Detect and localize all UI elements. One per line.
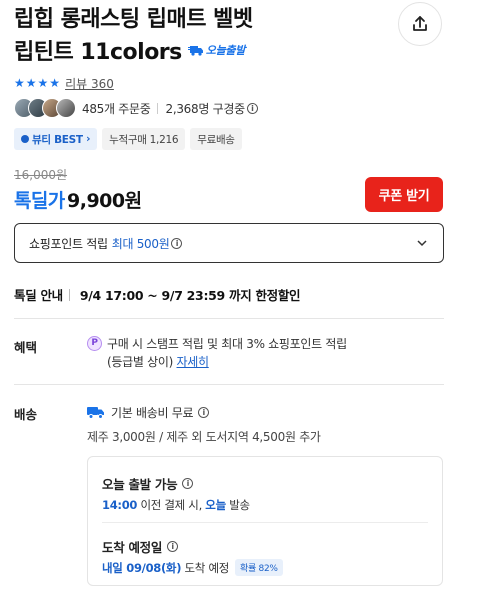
divider	[14, 318, 444, 319]
divider	[14, 384, 444, 385]
benefit-detail-link[interactable]: 자세히	[177, 355, 210, 369]
title-line-2-text: 립틴트 11colors	[14, 40, 182, 65]
title-line-1: 립힙 롱래스팅 립매트 벨벳	[14, 7, 253, 32]
info-icon[interactable]: i	[198, 407, 210, 418]
eta-detail: 내일 09/08(화) 도착 예정 확률 82%	[102, 559, 283, 576]
order-stats-row: 485개 주문중 2,368명 구경중 i	[14, 97, 258, 119]
coupon-button[interactable]: 쿠폰 받기	[365, 177, 443, 212]
deal-info-row: 톡딜 안내 9/4 17:00 ~ 9/7 23:59 까지 한정할인	[14, 285, 301, 304]
subscriber-count: 2,368명 구경중	[165, 101, 245, 116]
dispatch-text: 발송	[229, 498, 250, 512]
info-icon[interactable]: i	[182, 478, 194, 489]
divider	[102, 522, 428, 523]
info-icon[interactable]: i	[246, 102, 258, 114]
delivery-box: 오늘 출발 가능 i 14:00 이전 결제 시, 오늘 발송 도착 예정일 i…	[87, 456, 443, 586]
original-price: 16,000원	[14, 168, 68, 182]
points-max: 최대 500원	[111, 236, 170, 251]
shipping-label: 배송	[14, 407, 38, 422]
shipping-extra: 제주 3,000원 / 제주 외 도서지역 4,500원 추가	[87, 430, 321, 444]
star-rating: ★ ★ ★ ★	[14, 76, 60, 90]
benefit-text-2: (등급별 상이) 자세히	[107, 353, 437, 371]
beauty-best-label: 뷰티 BEST	[32, 133, 83, 146]
star-icon: ★	[37, 76, 49, 90]
shipping-basic: 기본 배송비 무료 i	[87, 404, 210, 421]
eta-date: 내일 09/08(화)	[102, 560, 182, 575]
today-ship-title: 오늘 출발 가능 i	[102, 474, 194, 493]
today-ship-title-text: 오늘 출발 가능	[102, 477, 178, 492]
beauty-best-tag[interactable]: 뷰티 BEST ›	[14, 128, 98, 150]
divider	[68, 288, 70, 301]
truck-icon	[87, 407, 104, 419]
point-icon: P	[87, 336, 102, 351]
benefit-label: 혜택	[14, 340, 38, 355]
product-tags: 뷰티 BEST › 누적구매 1,216 무료배송	[14, 128, 242, 150]
benefit-note: (등급별 상이)	[107, 355, 173, 369]
benefit-info: P 구매 시 스탬프 적립 및 최대 3% 쇼핑포인트 적립 (등급별 상이) …	[87, 335, 437, 371]
review-link[interactable]: 리뷰 360	[65, 75, 114, 92]
eta-title: 도착 예정일 i	[102, 537, 179, 556]
eta-title-text: 도착 예정일	[102, 540, 163, 555]
shipping-basic-text: 기본 배송비 무료	[111, 406, 194, 420]
points-dropdown[interactable]: 쇼핑포인트 적립 최대 500원 i	[14, 223, 444, 263]
product-title: 립힙 롱래스팅 립매트 벨벳 립틴트 11colors 오늘출발	[14, 4, 394, 68]
sale-label: 톡딜가	[14, 190, 65, 212]
cumulative-purchase-tag: 누적구매 1,216	[102, 128, 186, 150]
gem-icon	[21, 135, 29, 143]
info-icon[interactable]: i	[167, 541, 179, 552]
cutoff-text: 이전 결제 시,	[140, 498, 202, 512]
rating-row: ★ ★ ★ ★ 리뷰 360	[14, 75, 114, 91]
title-line-2: 립틴트 11colors 오늘출발	[14, 35, 394, 68]
star-icon: ★	[25, 76, 37, 90]
today-ship-detail: 14:00 이전 결제 시, 오늘 발송	[102, 497, 250, 513]
cutoff-time: 14:00	[102, 498, 138, 512]
star-icon: ★	[14, 76, 25, 90]
share-button[interactable]	[398, 2, 442, 46]
points-label: 쇼핑포인트 적립	[29, 236, 108, 251]
divider	[157, 102, 159, 114]
star-icon: ★	[49, 76, 61, 90]
today-word: 오늘	[205, 498, 226, 512]
free-shipping-tag: 무료배송	[190, 128, 242, 150]
buyer-avatars	[14, 98, 76, 118]
eta-suffix: 도착 예정	[184, 560, 230, 575]
benefit-text: 구매 시 스탬프 적립 및 최대 3% 쇼핑포인트 적립	[107, 337, 347, 351]
order-count: 485개 주문중	[82, 101, 151, 116]
deal-period: 9/4 17:00 ~ 9/7 23:59 까지 한정할인	[79, 288, 301, 303]
today-ship-badge: 오늘출발	[187, 35, 246, 66]
chevron-down-icon	[417, 240, 427, 247]
sale-price: 9,900원	[67, 190, 142, 212]
avatar	[56, 98, 76, 118]
truck-icon	[187, 46, 203, 56]
share-icon	[413, 16, 427, 31]
order-stats: 485개 주문중 2,368명 구경중 i	[82, 100, 258, 117]
today-ship-label: 오늘출발	[205, 44, 246, 57]
deal-label: 톡딜 안내	[14, 288, 63, 303]
info-icon[interactable]: i	[171, 237, 183, 249]
eta-probability-badge: 확률 82%	[235, 559, 283, 576]
